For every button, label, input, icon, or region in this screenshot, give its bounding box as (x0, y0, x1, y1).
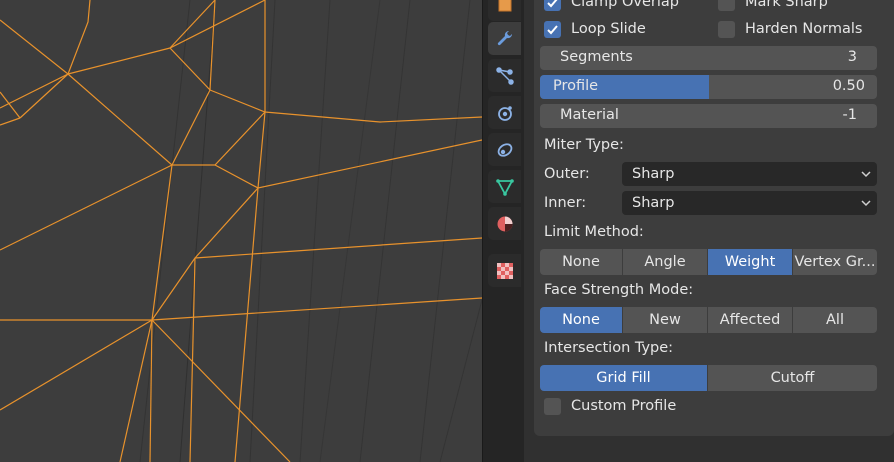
bevel-modifier-panel: Clamp Overlap Mark Sharp Loop Slide Hard… (534, 0, 894, 436)
object-properties-icon (498, 0, 511, 11)
tab-modifiers[interactable] (488, 22, 521, 55)
harden-normals-checkbox[interactable]: Harden Normals (718, 17, 862, 41)
chevron-down-icon (859, 191, 873, 223)
checkbox-box[interactable] (544, 20, 561, 38)
texture-icon (496, 262, 513, 279)
tab-object[interactable] (488, 0, 521, 21)
checkbox-box[interactable] (718, 20, 735, 38)
intersection-grid-fill[interactable]: Grid Fill (540, 365, 708, 391)
intersection-type-heading: Intersection Type: (544, 340, 674, 356)
modifier-wrench-icon (497, 30, 512, 45)
tab-object-data[interactable] (488, 170, 521, 203)
material-label: Material (560, 107, 619, 123)
profile-slider[interactable]: Profile 0.50 (540, 75, 877, 99)
face-strength-none[interactable]: None (540, 307, 623, 333)
intersection-cutoff[interactable]: Cutoff (708, 365, 877, 391)
limit-method-heading: Limit Method: (544, 224, 644, 240)
limit-method-weight[interactable]: Weight (708, 249, 793, 275)
segments-label: Segments (560, 49, 633, 65)
chevron-down-icon (859, 162, 873, 194)
checkbox-box[interactable] (544, 397, 561, 415)
constraints-icon (497, 142, 512, 157)
clamp-overlap-label: Clamp Overlap (571, 0, 679, 10)
outer-miter-dropdown[interactable]: Sharp (622, 162, 877, 186)
outer-label: Outer: (544, 166, 590, 182)
custom-profile-checkbox[interactable]: Custom Profile (544, 394, 676, 418)
segments-value: 3 (847, 49, 857, 65)
3d-viewport[interactable] (0, 0, 482, 462)
mesh-wireframe (0, 0, 482, 462)
checkbox-box[interactable] (544, 0, 561, 11)
profile-label: Profile (553, 78, 599, 94)
object-data-icon (495, 178, 514, 196)
properties-panel: Clamp Overlap Mark Sharp Loop Slide Hard… (524, 0, 894, 462)
particles-icon (495, 66, 514, 85)
face-strength-affected[interactable]: Affected (708, 307, 793, 333)
harden-normals-label: Harden Normals (745, 21, 863, 37)
profile-value: 0.50 (832, 78, 865, 94)
tab-constraints[interactable] (488, 133, 521, 166)
material-icon (497, 216, 512, 231)
properties-tab-bar (482, 0, 525, 462)
outer-miter-value: Sharp (632, 166, 675, 182)
face-strength-heading: Face Strength Mode: (544, 282, 694, 298)
physics-icon (497, 105, 512, 121)
face-strength-new[interactable]: New (623, 307, 708, 333)
custom-profile-label: Custom Profile (571, 398, 677, 414)
tab-particles[interactable] (488, 59, 521, 92)
mark-sharp-checkbox[interactable]: Mark Sharp (718, 0, 828, 14)
tab-texture[interactable] (488, 254, 521, 287)
miter-type-heading: Miter Type: (544, 137, 624, 153)
face-strength-all[interactable]: All (793, 307, 877, 333)
checkmark-icon (547, 24, 558, 34)
checkmark-icon (547, 0, 558, 7)
mark-sharp-label: Mark Sharp (745, 0, 828, 10)
inner-label: Inner: (544, 195, 587, 211)
loop-slide-checkbox[interactable]: Loop Slide (544, 17, 646, 41)
segments-field[interactable]: Segments 3 (540, 46, 877, 70)
inner-miter-dropdown[interactable]: Sharp (622, 191, 877, 215)
material-value: -1 (842, 107, 857, 123)
checkbox-box[interactable] (718, 0, 735, 11)
limit-method-angle[interactable]: Angle (623, 249, 708, 275)
intersection-type-selector: Grid Fill Cutoff (540, 365, 877, 391)
clamp-overlap-checkbox[interactable]: Clamp Overlap (544, 0, 679, 14)
tab-material[interactable] (488, 207, 521, 240)
loop-slide-label: Loop Slide (571, 21, 646, 37)
limit-method-selector: None Angle Weight Vertex Gr... (540, 249, 877, 275)
face-strength-selector: None New Affected All (540, 307, 877, 333)
material-field[interactable]: Material -1 (540, 104, 877, 128)
inner-miter-value: Sharp (632, 195, 675, 211)
tab-physics[interactable] (488, 96, 521, 129)
limit-method-none[interactable]: None (540, 249, 623, 275)
limit-method-vertex-group[interactable]: Vertex Gr... (793, 249, 877, 275)
